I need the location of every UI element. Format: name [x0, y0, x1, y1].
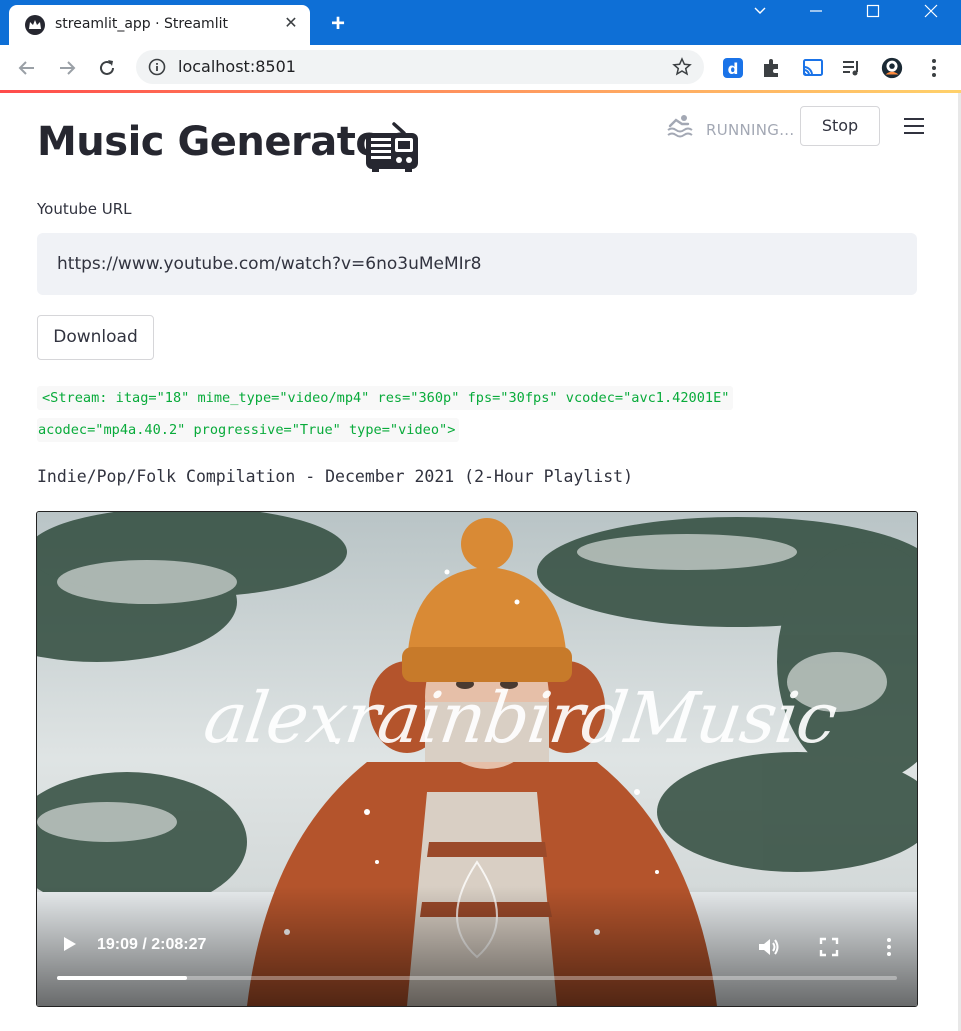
radio-icon: [366, 122, 418, 172]
swimmer-running-icon: [667, 115, 693, 138]
back-arrow-icon[interactable]: [13, 54, 41, 82]
browser-tab[interactable]: streamlit_app · Streamlit ✕: [9, 5, 310, 45]
download-button[interactable]: Download: [37, 315, 154, 360]
browser-toolbar: localhost:8501 d: [0, 45, 961, 90]
stream-info-line-1: <Stream: itag="18" mime_type="video/mp4"…: [37, 386, 734, 410]
video-seek-progress: [57, 976, 188, 980]
fullscreen-icon[interactable]: [819, 937, 839, 957]
main-menu-icon[interactable]: [904, 118, 926, 136]
video-player[interactable]: alexrainbirdMusic 19:09 / 2:08:27: [36, 511, 918, 1007]
address-bar[interactable]: localhost:8501: [136, 50, 704, 84]
cast-icon[interactable]: [801, 56, 825, 80]
bookmark-star-icon[interactable]: [672, 57, 692, 77]
info-icon[interactable]: [148, 58, 166, 76]
close-window-icon[interactable]: [908, 0, 954, 24]
video-more-options-icon[interactable]: [883, 936, 895, 958]
video-time: 19:09 / 2:08:27: [97, 936, 207, 953]
extensions-puzzle-icon[interactable]: [760, 56, 784, 80]
youtube-url-label: Youtube URL: [37, 200, 132, 218]
running-status: RUNNING...: [706, 121, 795, 139]
channel-watermark: alexrainbirdMusic: [199, 677, 842, 759]
minimize-icon[interactable]: [793, 0, 839, 24]
video-seek-bar[interactable]: [57, 976, 897, 980]
play-icon[interactable]: [59, 934, 79, 954]
page-title: Music Generator: [37, 119, 402, 165]
youtube-url-input[interactable]: [37, 233, 917, 295]
stop-button[interactable]: Stop: [800, 106, 880, 146]
reload-icon[interactable]: [93, 54, 121, 82]
volume-icon[interactable]: [757, 936, 781, 958]
tab-close-icon[interactable]: ✕: [281, 14, 301, 34]
browser-titlebar: streamlit_app · Streamlit ✕ +: [0, 0, 961, 45]
svg-text:d: d: [728, 60, 739, 78]
streamlit-app: RUNNING... Stop Music Generator Youtube …: [0, 93, 961, 1031]
new-tab-button[interactable]: +: [324, 10, 352, 38]
tab-search-icon[interactable]: [737, 0, 783, 24]
browser-menu-icon[interactable]: [922, 56, 946, 80]
tab-title: streamlit_app · Streamlit: [55, 16, 228, 32]
stream-info-line-2: acodec="mp4a.40.2" progressive="True" ty…: [37, 418, 460, 442]
maximize-icon[interactable]: [850, 0, 896, 24]
video-title: Indie/Pop/Folk Compilation - December 20…: [37, 467, 634, 486]
extension-d-icon[interactable]: d: [721, 56, 745, 80]
profile-avatar-icon[interactable]: [880, 56, 904, 80]
streamlit-crown-icon: [25, 15, 45, 35]
address-url[interactable]: localhost:8501: [178, 57, 296, 76]
forward-arrow-icon[interactable]: [53, 54, 81, 82]
media-queue-icon[interactable]: [840, 56, 864, 80]
